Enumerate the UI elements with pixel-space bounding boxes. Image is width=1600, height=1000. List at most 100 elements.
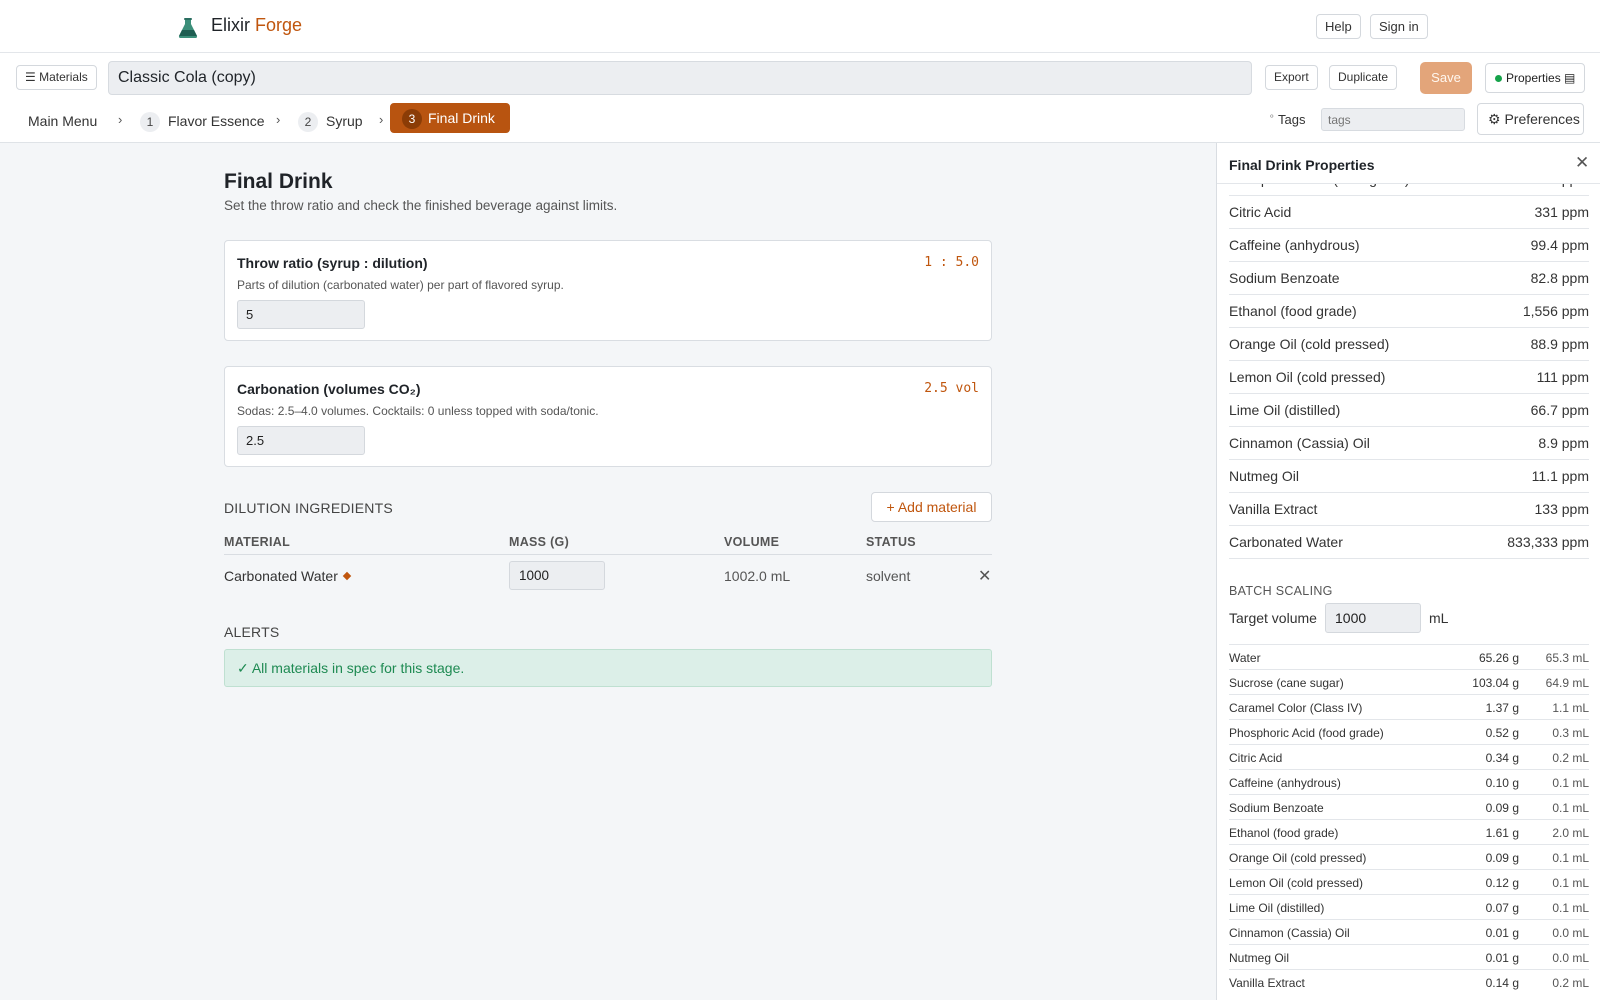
scaled-material-name: Sucrose (cane sugar): [1229, 676, 1344, 690]
scaled-material-name: Citric Acid: [1229, 751, 1283, 765]
table-row: Lemon Oil (cold pressed) 0.12 g 0.1 mL: [1229, 869, 1589, 894]
property-value: 833,333 ppm: [1507, 534, 1589, 550]
property-value: 331 ppm: [1534, 204, 1589, 220]
list-item: Lemon Oil (cold pressed) 111 ppm: [1229, 361, 1589, 394]
table-row: Sucrose (cane sugar) 103.04 g 64.9 mL: [1229, 669, 1589, 694]
export-button[interactable]: Export: [1265, 65, 1318, 90]
property-name: Lemon Oil (cold pressed): [1229, 369, 1386, 385]
property-name: Caffeine (anhydrous): [1229, 237, 1360, 253]
scaled-material-name: Caffeine (anhydrous): [1229, 776, 1341, 790]
dilution-heading: DILUTION INGREDIENTS: [224, 500, 393, 516]
scaled-material-name: Nutmeg Oil: [1229, 951, 1290, 965]
scaled-volume: 0.1 mL: [1552, 901, 1589, 915]
breadcrumb-main-menu[interactable]: Main Menu: [28, 111, 97, 131]
table-row: Water 65.26 g 65.3 mL: [1229, 644, 1589, 669]
scaled-volume: 0.1 mL: [1552, 851, 1589, 865]
preferences-button[interactable]: ⚙ Preferences: [1477, 103, 1584, 135]
list-item: Vanilla Extract 133 ppm: [1229, 493, 1589, 526]
scaled-volume: 0.1 mL: [1552, 801, 1589, 815]
close-icon[interactable]: ✕: [1575, 153, 1589, 173]
panel-header: Final Drink Properties ✕: [1217, 143, 1600, 184]
list-item: Caffeine (anhydrous) 99.4 ppm: [1229, 229, 1589, 262]
add-material-button[interactable]: + Add material: [871, 492, 992, 522]
batch-scaling-list: Water 65.26 g 65.3 mL Sucrose (cane sugar) 1…: [1229, 644, 1589, 994]
flask-logo-icon[interactable]: [177, 17, 199, 39]
scaled-volume: 0.1 mL: [1552, 776, 1589, 790]
scaled-volume: 0.0 mL: [1552, 926, 1589, 940]
scaled-mass: 65.26 g: [1478, 651, 1519, 665]
throw-ratio-label: Throw ratio (syrup : dilution): [237, 255, 428, 271]
table-row: Ethanol (food grade) 1.61 g 2.0 mL: [1229, 819, 1589, 844]
throw-ratio-display: 1 : 5.0: [924, 255, 979, 270]
scaled-mass: 0.12 g: [1485, 876, 1519, 890]
column-header-material: MATERIAL: [224, 535, 291, 549]
row-volume: 1002.0 mL: [724, 568, 791, 584]
help-button[interactable]: Help: [1316, 14, 1361, 39]
properties-label: Properties ▤: [1506, 71, 1576, 85]
mass-input[interactable]: 1000: [509, 561, 605, 590]
property-name: Ethanol (food grade): [1229, 303, 1357, 319]
scaled-mass: 0.34 g: [1485, 751, 1519, 765]
recipe-name-input[interactable]: Classic Cola (copy): [108, 61, 1252, 95]
throw-ratio-help: Parts of dilution (carbonated water) per…: [237, 278, 564, 292]
scaled-mass: 0.07 g: [1485, 901, 1519, 915]
save-button[interactable]: Save: [1420, 62, 1472, 94]
properties-list: Phosphoric Acid (food grade)497 ppmCitri…: [1229, 163, 1589, 559]
list-item: Citric Acid 331 ppm: [1229, 196, 1589, 229]
scaled-material-name: Lemon Oil (cold pressed): [1229, 876, 1364, 890]
table-row: Cinnamon (Cassia) Oil 0.01 g 0.0 mL: [1229, 919, 1589, 944]
property-name: Lime Oil (distilled): [1229, 402, 1341, 418]
scaled-material-name: Orange Oil (cold pressed): [1229, 851, 1367, 865]
scaled-mass: 103.04 g: [1472, 676, 1519, 690]
list-item: Nutmeg Oil 11.1 ppm: [1229, 460, 1589, 493]
chevron-right-icon: ›: [276, 112, 281, 127]
carbonation-label: Carbonation (volumes CO₂): [237, 381, 421, 397]
list-item: Cinnamon (Cassia) Oil 8.9 ppm: [1229, 427, 1589, 460]
properties-toggle-button[interactable]: Properties ▤: [1485, 63, 1586, 93]
step-label: Final Drink: [428, 110, 495, 126]
table-row: Vanilla Extract 0.14 g 0.2 mL: [1229, 969, 1589, 994]
tags-input[interactable]: [1321, 108, 1465, 131]
brand-primary: Elixir: [211, 15, 250, 35]
scaled-mass: 0.52 g: [1485, 726, 1519, 740]
scaled-volume: 64.9 mL: [1545, 676, 1589, 690]
brand-accent: Forge: [255, 15, 303, 35]
breadcrumb-step-final-drink[interactable]: 3 Final Drink: [390, 103, 510, 133]
scaled-volume: 0.2 mL: [1552, 976, 1589, 990]
property-value: 1,556 ppm: [1522, 303, 1589, 319]
scaled-volume: 2.0 mL: [1552, 826, 1589, 840]
page-subtitle: Set the throw ratio and check the finish…: [224, 198, 618, 213]
carbonation-display: 2.5 vol: [924, 381, 979, 396]
tag-icon: ⚬: [1268, 111, 1276, 121]
table-divider: [224, 554, 992, 555]
scaled-material-name: Lime Oil (distilled): [1229, 901, 1325, 915]
remove-row-icon[interactable]: ✕: [978, 566, 991, 586]
scaled-mass: 0.14 g: [1485, 976, 1519, 990]
solvent-marker-icon: [342, 571, 352, 581]
panel-title: Final Drink Properties: [1229, 157, 1375, 173]
top-bar: Elixir Forge Help Sign in: [0, 0, 1600, 53]
scaled-volume: 0.0 mL: [1552, 951, 1589, 965]
breadcrumb-step-flavor-essence[interactable]: 1 Flavor Essence: [140, 111, 264, 132]
target-volume-input[interactable]: 1000: [1325, 603, 1421, 633]
table-row: Nutmeg Oil 0.01 g 0.0 mL: [1229, 944, 1589, 969]
table-row: Lime Oil (distilled) 0.07 g 0.1 mL: [1229, 894, 1589, 919]
breadcrumb-step-syrup[interactable]: 2 Syrup: [298, 111, 363, 132]
property-value: 133 ppm: [1534, 501, 1589, 517]
tags-label: Tags: [1278, 112, 1306, 127]
property-name: Carbonated Water: [1229, 534, 1343, 550]
material-name: Carbonated Water: [224, 568, 338, 584]
materials-button[interactable]: ☰ Materials: [16, 65, 97, 90]
table-row: Orange Oil (cold pressed) 0.09 g 0.1 mL: [1229, 844, 1589, 869]
property-value: 88.9 ppm: [1530, 336, 1589, 352]
list-item: Ethanol (food grade) 1,556 ppm: [1229, 295, 1589, 328]
property-name: Sodium Benzoate: [1229, 270, 1340, 286]
step-label: Flavor Essence: [168, 113, 265, 129]
carbonation-input[interactable]: 2.5: [237, 426, 365, 455]
signin-button[interactable]: Sign in: [1370, 14, 1428, 39]
list-item: Sodium Benzoate 82.8 ppm: [1229, 262, 1589, 295]
throw-ratio-input[interactable]: 5: [237, 300, 365, 329]
duplicate-button[interactable]: Duplicate: [1329, 65, 1398, 90]
scaled-mass: 1.37 g: [1485, 701, 1519, 715]
brand-name[interactable]: Elixir Forge: [211, 15, 302, 36]
